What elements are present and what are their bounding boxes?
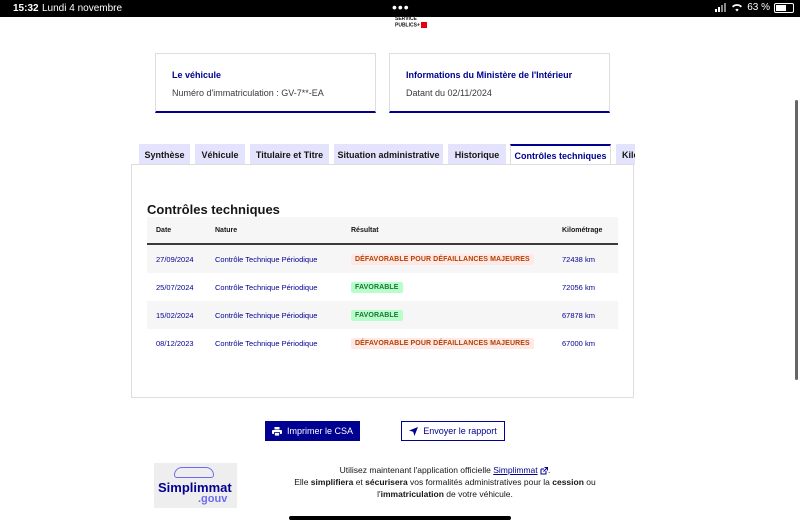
home-indicator[interactable] <box>289 516 511 520</box>
row-nature: Contrôle Technique Périodique <box>215 310 318 320</box>
result-badge: DÉFAVORABLE POUR DÉFAILLANCES MAJEURES <box>351 337 534 349</box>
row-kilometrage: 67878 km <box>562 310 595 320</box>
scrollbar[interactable] <box>795 100 798 380</box>
promo-emphasis: simplifiera <box>310 477 354 487</box>
tab-titulaire[interactable]: Titulaire et Titre <box>250 144 329 165</box>
external-link-icon[interactable] <box>540 466 548 475</box>
tab-situation-administrative[interactable]: Situation administrative <box>334 144 443 165</box>
promo-text: ou <box>583 477 596 487</box>
tab-synthese[interactable]: Synthèse <box>139 144 190 165</box>
result-badge: FAVORABLE <box>351 309 403 321</box>
row-kilometrage: 72056 km <box>562 282 595 292</box>
promo-text: Elle <box>294 477 311 487</box>
row-kilometrage: 72438 km <box>562 254 595 264</box>
column-resultat: Résultat <box>351 226 379 234</box>
logo-line-2: PUBLICS+ <box>395 22 420 29</box>
flag-icon <box>421 22 428 28</box>
status-bar: 15:32 Lundi 4 novembre ••• 63 % <box>0 0 800 17</box>
print-csa-label: Imprimer le CSA <box>286 426 353 436</box>
promo-text: de votre véhicule. <box>443 489 513 499</box>
vehicle-card-value: Numéro d'immatriculation : GV-7**-EA <box>172 88 324 98</box>
vehicle-card: Le véhicule Numéro d'immatriculation : G… <box>155 53 376 113</box>
table-row: 08/12/2023 Contrôle Technique Périodique… <box>147 329 618 357</box>
ministry-card: Informations du Ministère de l'Intérieur… <box>389 53 610 113</box>
vehicle-card-title: Le véhicule <box>172 70 222 80</box>
column-nature: Nature <box>215 226 238 234</box>
inspections-table: Date Nature Résultat Kilométrage 27/09/2… <box>147 217 618 357</box>
promo-emphasis: immatriculation <box>380 489 444 499</box>
simplimmat-logo[interactable]: Simplimmat .gouv <box>154 463 237 508</box>
simplimmat-logo-suffix: .gouv <box>198 493 228 505</box>
tab-vehicule[interactable]: Véhicule <box>195 144 245 165</box>
promo-emphasis: cession <box>552 477 584 487</box>
row-date: 27/09/2024 <box>156 254 194 264</box>
row-date: 25/07/2024 <box>156 282 194 292</box>
section-title: Contrôles techniques <box>147 202 280 217</box>
status-date: Lundi 4 novembre <box>42 3 123 14</box>
column-date: Date <box>156 226 172 234</box>
app-promo-text: Utilisez maintenant l'application offici… <box>270 464 620 500</box>
promo-text: et <box>353 477 366 487</box>
send-report-label: Envoyer le rapport <box>423 426 497 436</box>
result-badge: FAVORABLE <box>351 281 403 293</box>
tab-kilometrage[interactable]: Kilo <box>616 144 635 165</box>
result-badge: DÉFAVORABLE POUR DÉFAILLANCES MAJEURES <box>351 253 534 265</box>
tab-bar: Synthèse Véhicule Titulaire et Titre Sit… <box>139 144 635 165</box>
print-csa-button[interactable]: Imprimer le CSA <box>265 421 360 441</box>
send-icon <box>409 426 419 436</box>
row-nature: Contrôle Technique Périodique <box>215 254 318 264</box>
ministry-card-title: Informations du Ministère de l'Intérieur <box>406 70 573 80</box>
promo-text: Utilisez maintenant l'application offici… <box>339 465 494 475</box>
service-public-logo[interactable]: SERVICE PUBLICS+ <box>395 17 428 29</box>
printer-icon <box>271 426 282 436</box>
table-header: Date Nature Résultat Kilométrage <box>147 217 618 245</box>
signal-icon <box>715 3 727 12</box>
tab-controles-techniques[interactable]: Contrôles techniques <box>510 144 611 165</box>
tab-historique[interactable]: Historique <box>448 144 506 165</box>
wifi-icon <box>732 4 743 12</box>
promo-text: . <box>548 465 551 475</box>
row-nature: Contrôle Technique Périodique <box>215 338 318 348</box>
table-row: 25/07/2024 Contrôle Technique Périodique… <box>147 273 618 301</box>
multitask-dots-icon[interactable]: ••• <box>392 0 410 14</box>
table-row: 27/09/2024 Contrôle Technique Périodique… <box>147 245 618 273</box>
row-kilometrage: 67000 km <box>562 338 595 348</box>
status-time: 15:32 <box>13 3 39 14</box>
promo-text: vos formalités administratives pour la <box>407 477 553 487</box>
table-row: 15/02/2024 Contrôle Technique Périodique… <box>147 301 618 329</box>
row-date: 08/12/2023 <box>156 338 194 348</box>
column-kilometrage: Kilométrage <box>562 226 603 234</box>
row-date: 15/02/2024 <box>156 310 194 320</box>
send-report-button[interactable]: Envoyer le rapport <box>401 421 505 441</box>
row-nature: Contrôle Technique Périodique <box>215 282 318 292</box>
promo-emphasis: sécurisera <box>365 477 408 487</box>
battery-percent: 63 % <box>747 2 770 13</box>
simplimmat-link[interactable]: Simplimmat <box>493 465 537 475</box>
battery-icon <box>774 2 794 13</box>
ministry-card-value: Datant du 02/11/2024 <box>406 88 492 98</box>
car-icon <box>174 467 214 478</box>
